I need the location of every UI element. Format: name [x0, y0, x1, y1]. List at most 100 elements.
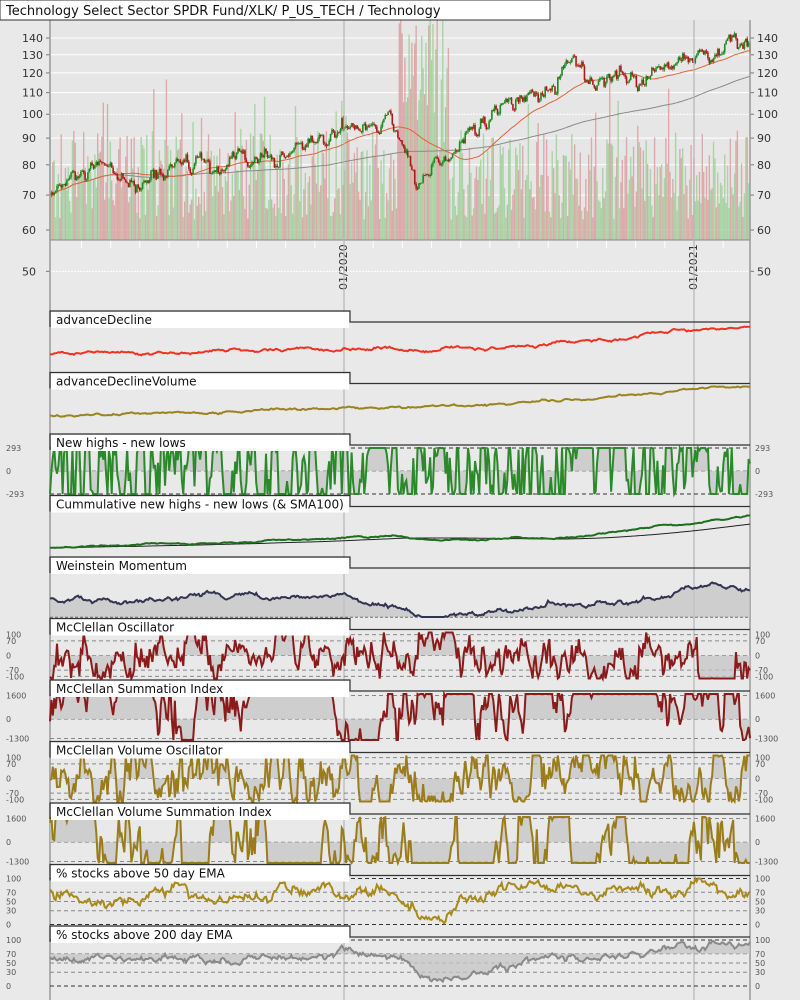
volume-bar	[582, 219, 584, 240]
candle-body	[171, 164, 173, 168]
level-label-right: 50	[755, 959, 765, 968]
candle-body	[571, 58, 573, 63]
candle-body	[150, 170, 152, 180]
candle-body	[131, 181, 134, 183]
candle-body	[722, 52, 725, 54]
volume-bar	[71, 140, 74, 240]
candle-body	[70, 172, 72, 178]
volume-bar	[526, 175, 528, 240]
volume-bar	[474, 178, 476, 240]
candle-body	[559, 75, 562, 79]
candle-body	[402, 144, 405, 147]
candle-body	[57, 184, 60, 187]
volume-bar	[688, 179, 691, 240]
volume-bar	[607, 143, 610, 240]
volume-bar	[77, 171, 79, 240]
volume-bar	[454, 206, 457, 240]
candle-body	[88, 168, 91, 173]
candle-body	[649, 75, 652, 78]
candle-body	[533, 91, 535, 97]
volume-bar	[559, 218, 562, 240]
volume-bar	[74, 142, 76, 240]
candle-body	[333, 131, 336, 138]
candle-body	[472, 124, 475, 129]
candle-body	[524, 96, 527, 102]
candle-body	[370, 124, 373, 126]
candle-body	[157, 173, 159, 179]
candle-body	[453, 152, 455, 154]
candle-body	[203, 158, 206, 163]
volume-bar	[339, 214, 342, 240]
candle-body	[289, 153, 291, 157]
candle-body	[676, 61, 678, 65]
candle-body	[269, 155, 272, 158]
level-label-left: 0	[6, 715, 11, 724]
volume-bar	[293, 194, 295, 240]
candle-body	[673, 64, 676, 69]
volume-bar	[320, 185, 322, 240]
volume-bar	[440, 79, 443, 240]
volume-bar	[258, 159, 260, 240]
volume-bar	[369, 164, 371, 240]
volume-bar	[637, 125, 639, 240]
candle-body	[680, 59, 683, 61]
indicator-line	[49, 325, 751, 357]
volume-bar	[554, 193, 556, 240]
title-box: Technology Select Sector SPDR Fund/XLK/ …	[0, 0, 551, 21]
candle-body	[562, 66, 565, 68]
candle-body	[383, 118, 385, 123]
candle-body	[61, 184, 64, 188]
candle-body	[645, 76, 647, 86]
volume-bar	[478, 166, 480, 240]
volume-bar	[111, 180, 113, 240]
candle-body	[475, 134, 478, 136]
volume-bar	[223, 214, 225, 240]
volume-bar	[530, 181, 532, 240]
candle-body	[331, 129, 333, 134]
candle-body	[621, 71, 624, 74]
candle-body	[225, 165, 228, 170]
candle-body	[235, 152, 238, 159]
volume-bar	[586, 211, 588, 240]
candle-body	[576, 65, 579, 67]
volume-bar	[387, 200, 389, 240]
candle-body	[669, 67, 671, 70]
volume-bar	[78, 174, 81, 240]
candle-body	[217, 166, 220, 173]
candle-body	[224, 169, 227, 172]
volume-bar	[102, 102, 105, 240]
volume-bar	[484, 213, 486, 240]
volume-bar	[708, 155, 711, 240]
volume-bar	[551, 151, 553, 240]
volume-bar	[63, 183, 65, 240]
candle-body	[572, 55, 575, 59]
y-tick-label-right: 50	[757, 265, 771, 278]
volume-bar	[268, 200, 270, 240]
volume-bar	[226, 181, 228, 240]
volume-bar	[680, 158, 682, 240]
candle-body	[558, 77, 561, 79]
volume-bar	[724, 154, 726, 240]
volume-bar	[471, 215, 473, 240]
volume-bar	[552, 168, 555, 240]
candle-body	[276, 166, 279, 168]
candle-body	[499, 104, 502, 114]
volume-bar	[235, 169, 238, 240]
volume-bar	[346, 132, 349, 240]
volume-bar	[139, 218, 141, 240]
volume-bar	[456, 215, 458, 240]
volume-bar	[390, 153, 392, 240]
candle-body	[690, 58, 692, 60]
candle-body	[447, 159, 450, 162]
candle-body	[561, 66, 563, 76]
volume-bar	[199, 204, 201, 240]
volume-bar	[329, 215, 332, 240]
volume-bar	[437, 155, 440, 240]
candle-body	[273, 157, 276, 168]
volume-bar	[465, 217, 468, 240]
volume-bar	[718, 203, 720, 240]
panel-title: McClellan Volume Oscillator	[56, 744, 223, 758]
volume-bar	[562, 155, 565, 240]
candle-body	[429, 175, 431, 177]
candle-body	[474, 124, 476, 135]
